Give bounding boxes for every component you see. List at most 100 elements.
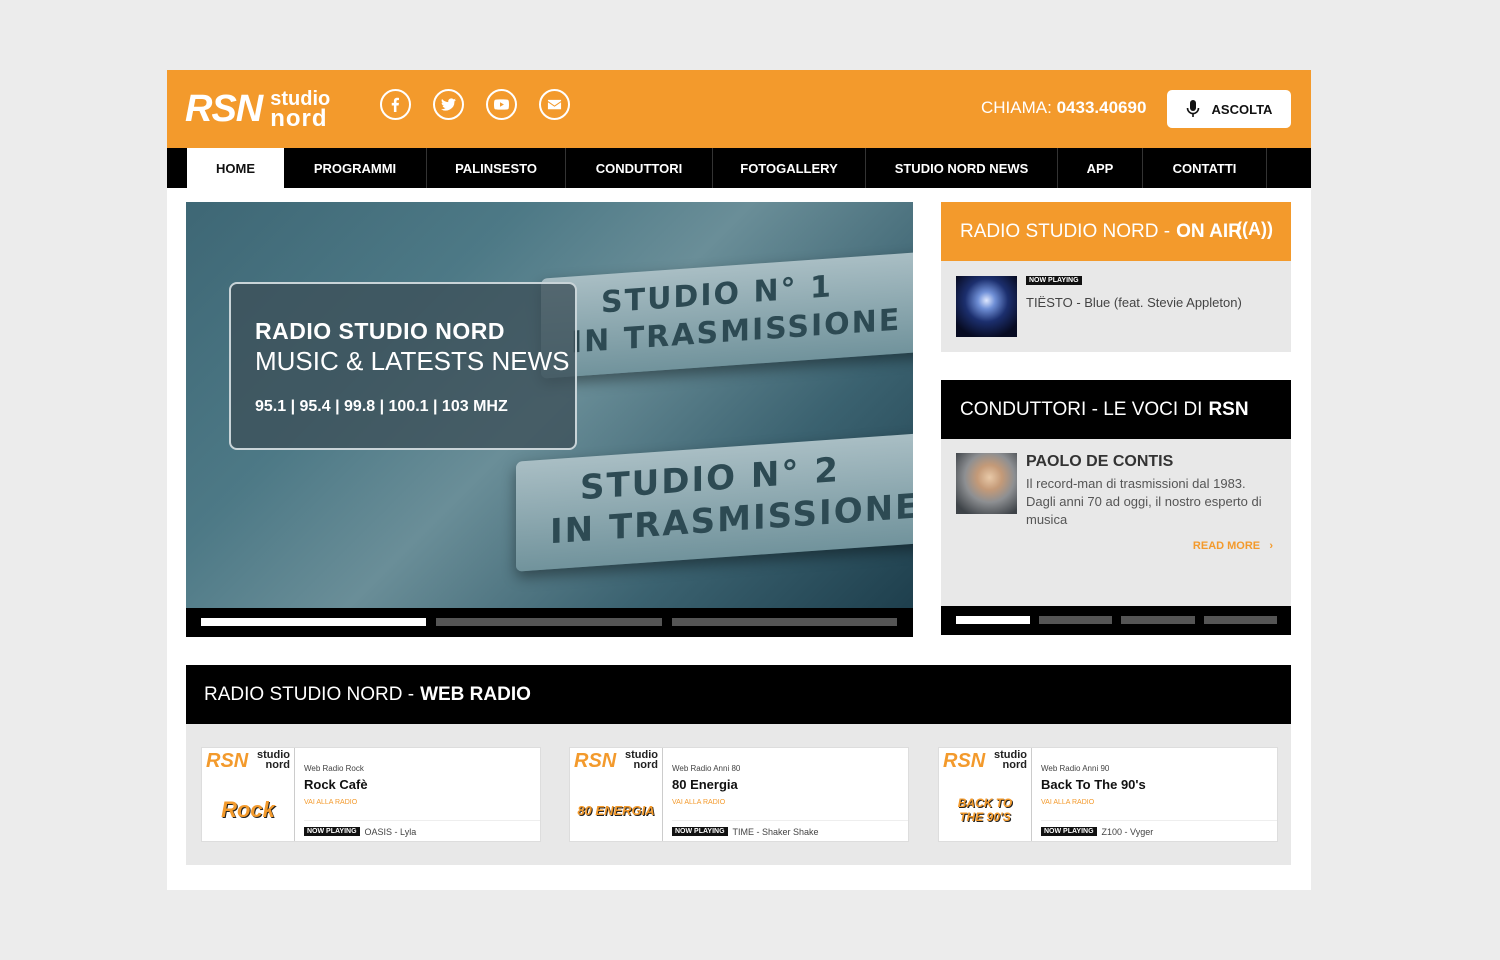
card-logo-line2: nord	[1002, 759, 1027, 771]
web-radio-track: TIME - Shaker Shake	[732, 826, 819, 837]
hero-caption: RADIO STUDIO NORD MUSIC & LATESTS NEWS 9…	[229, 282, 577, 450]
nav-fotogallery[interactable]: FOTOGALLERY	[713, 148, 866, 188]
host-photo	[956, 453, 1017, 514]
email-icon[interactable]	[539, 89, 570, 120]
listen-label: ASCOLTA	[1211, 101, 1273, 117]
hero-image: STUDIO N° 1 IN TRASMISSIONE STUDIO N° 2 …	[186, 202, 913, 608]
host-name: PAOLO DE CONTIS	[1026, 453, 1174, 470]
chevron-right-icon: ›	[1263, 540, 1273, 552]
youtube-icon[interactable]	[486, 89, 517, 120]
web-radio-title: 80 Energia	[672, 777, 738, 792]
web-radio-card[interactable]: RSN studio nord Rock Web Radio Rock Rock …	[201, 747, 541, 842]
back-to-90s-artwork: BACK TO THE 90'S	[957, 796, 1013, 824]
web-radio-track: OASIS - Lyla	[364, 826, 417, 837]
card-logo-wordmark: studio nord	[257, 750, 290, 771]
energia-artwork: 80 ENERGIA	[577, 802, 655, 818]
hero-slider: STUDIO N° 1 IN TRASMISSIONE STUDIO N° 2 …	[186, 202, 913, 637]
broadcast-icon: ((A))	[1236, 219, 1273, 239]
nav-conduttori[interactable]: CONDUTTORI	[566, 148, 713, 188]
web-radio-card[interactable]: RSN studio nord BACK TO THE 90'S Web Radi…	[938, 747, 1278, 842]
social-links	[380, 89, 570, 120]
now-playing-badge: NOW PLAYING	[1026, 276, 1082, 285]
web-radio-type: Web Radio Anni 80	[672, 764, 741, 773]
web-radio-link[interactable]: VAI ALLA RADIO	[672, 799, 725, 806]
hero-slide-dot-2[interactable]	[436, 618, 662, 626]
conduttori-dot-2[interactable]	[1038, 616, 1112, 624]
read-more-link[interactable]: READ MORE ›	[1193, 540, 1273, 552]
logo-line2: nord	[270, 105, 328, 132]
hero-title: RADIO STUDIO NORD	[255, 318, 505, 344]
web-radio-section: RADIO STUDIO NORD - WEB RADIO RSN studio…	[186, 665, 1291, 865]
card-logo-line2: nord	[633, 759, 658, 771]
hero-subtitle: MUSIC & LATESTS NEWS	[255, 346, 570, 376]
main-nav: HOME PROGRAMMI PALINSESTO CONDUTTORI FOT…	[167, 148, 1311, 188]
web-radio-header: RADIO STUDIO NORD - WEB RADIO	[186, 665, 1291, 724]
web-radio-logo: RSN studio nord 80 ENERGIA	[570, 748, 663, 841]
logo-mark: RSN	[185, 88, 263, 130]
hero-frequencies: 95.1 | 95.4 | 99.8 | 100.1 | 103 MHZ	[255, 398, 508, 415]
site-container: RSN studio nord CHIAMA: 0433.40690 ASCOL…	[167, 70, 1311, 890]
rsn-logo[interactable]: RSN studio nord	[185, 84, 330, 134]
nav-studio-nord-news[interactable]: STUDIO NORD NEWS	[866, 148, 1058, 188]
host-description: Il record-man di trasmissioni dal 1983. …	[1026, 476, 1262, 527]
on-air-title-prefix: RADIO STUDIO NORD -	[960, 220, 1171, 242]
conduttori-header: CONDUTTORI - LE VOCI DI RSN	[941, 380, 1291, 439]
hero-slide-dot-1[interactable]	[201, 618, 427, 626]
web-radio-title-bold: WEB RADIO	[420, 683, 531, 705]
hero-pagination	[186, 608, 913, 637]
microphone-icon	[1186, 100, 1199, 117]
read-more-label: READ MORE	[1192, 540, 1261, 552]
web-radio-type: Web Radio Anni 90	[1041, 764, 1110, 773]
on-air-title-bold: ON AIR	[1176, 220, 1242, 242]
web-radio-now-playing: NOW PLAYING OASIS - Lyla	[304, 820, 540, 842]
conduttori-dot-1[interactable]	[956, 616, 1030, 624]
call-label: CHIAMA:	[981, 98, 1052, 117]
conduttori-dot-4[interactable]	[1203, 616, 1277, 624]
now-playing-badge: NOW PLAYING	[672, 827, 728, 836]
top-header: RSN studio nord CHIAMA: 0433.40690 ASCOL…	[167, 70, 1311, 148]
web-radio-title-prefix: RADIO STUDIO NORD -	[204, 683, 415, 705]
call-number[interactable]: 0433.40690	[1057, 98, 1147, 117]
web-radio-logo: RSN studio nord Rock	[202, 748, 295, 841]
nav-app[interactable]: APP	[1058, 148, 1143, 188]
web-radio-link[interactable]: VAI ALLA RADIO	[304, 799, 357, 806]
hero-slide-dot-3[interactable]	[671, 618, 897, 626]
on-air-panel: RADIO STUDIO NORD - ON AIR ((A)) NOW PLA…	[941, 202, 1291, 352]
twitter-icon[interactable]	[433, 89, 464, 120]
web-radio-title: Back To The 90's	[1041, 777, 1146, 792]
card-logo-mark: RSN	[943, 750, 986, 772]
web-radio-track: Z100 - Vyger	[1101, 826, 1154, 837]
card-logo-mark: RSN	[574, 750, 617, 772]
web-radio-title: Rock Cafè	[304, 777, 368, 792]
web-radio-type: Web Radio Rock	[304, 764, 364, 773]
conduttori-title-bold: RSN	[1208, 398, 1249, 420]
facebook-icon[interactable]	[380, 89, 411, 120]
web-radio-now-playing: NOW PLAYING TIME - Shaker Shake	[672, 820, 908, 842]
now-playing-badge: NOW PLAYING	[304, 827, 360, 836]
now-playing-cover	[956, 276, 1017, 337]
on-air-header: RADIO STUDIO NORD - ON AIR ((A))	[941, 202, 1291, 261]
call-info: CHIAMA: 0433.40690	[981, 98, 1146, 118]
card-logo-mark: RSN	[206, 750, 249, 772]
conduttori-dot-3[interactable]	[1121, 616, 1195, 624]
logo-wordmark: studio nord	[270, 89, 330, 132]
nav-palinsesto[interactable]: PALINSESTO	[427, 148, 566, 188]
conduttori-pagination	[941, 606, 1291, 635]
rock-cafe-artwork: Rock	[221, 797, 275, 822]
now-playing-badge: NOW PLAYING	[1041, 827, 1097, 836]
now-playing-track: TIËSTO - Blue (feat. Stevie Appleton)	[1026, 295, 1242, 310]
listen-button[interactable]: ASCOLTA	[1167, 90, 1291, 128]
nav-home[interactable]: HOME	[187, 148, 284, 188]
studio-1-sign: STUDIO N° 1 IN TRASMISSIONE	[541, 249, 913, 379]
studio-2-sign: STUDIO N° 2 IN TRASMISSIONE	[516, 432, 913, 572]
conduttori-title-prefix: CONDUTTORI - LE VOCI DI	[960, 398, 1203, 420]
web-radio-logo: RSN studio nord BACK TO THE 90'S	[939, 748, 1032, 841]
nav-contatti[interactable]: CONTATTI	[1143, 148, 1267, 188]
conduttori-panel: CONDUTTORI - LE VOCI DI RSN PAOLO DE CON…	[941, 380, 1291, 635]
card-logo-wordmark: studio nord	[625, 750, 658, 771]
web-radio-card[interactable]: RSN studio nord 80 ENERGIA Web Radio Anni…	[569, 747, 909, 842]
web-radio-link[interactable]: VAI ALLA RADIO	[1041, 799, 1094, 806]
nav-programmi[interactable]: PROGRAMMI	[284, 148, 427, 188]
web-radio-now-playing: NOW PLAYING Z100 - Vyger	[1041, 820, 1277, 842]
card-logo-line2: nord	[265, 759, 290, 771]
